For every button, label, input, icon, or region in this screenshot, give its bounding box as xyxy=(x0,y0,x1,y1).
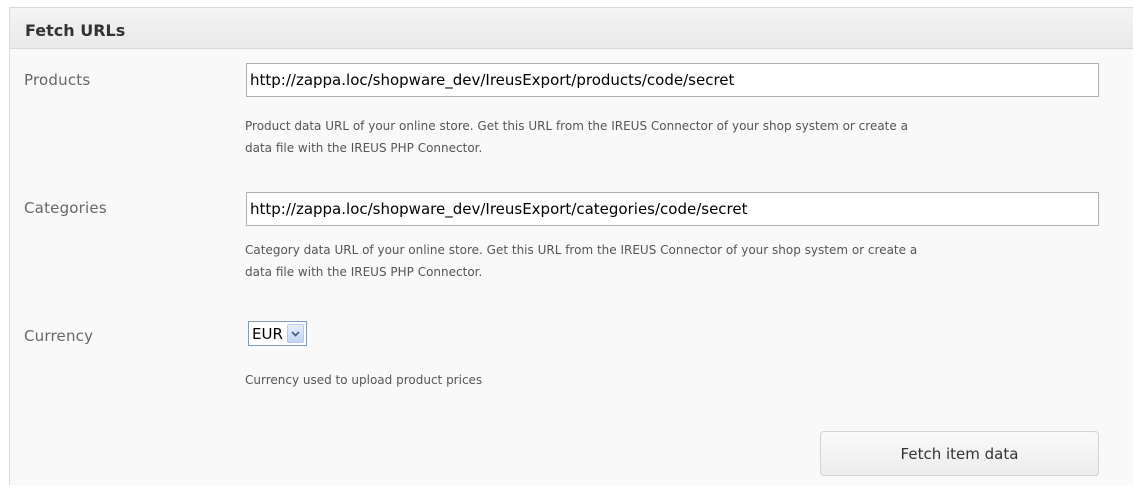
panel-title: Fetch URLs xyxy=(25,21,126,40)
products-help-text: Product data URL of your online store. G… xyxy=(245,115,1105,159)
products-label: Products xyxy=(24,71,91,89)
categories-help-text: Category data URL of your online store. … xyxy=(245,239,1105,283)
panel-header: Fetch URLs xyxy=(10,8,1133,49)
currency-label: Currency xyxy=(24,327,94,345)
currency-help-text: Currency used to upload product prices xyxy=(245,373,483,387)
currency-selected-value: EUR xyxy=(252,324,283,343)
categories-help-line-1: Category data URL of your online store. … xyxy=(245,243,918,257)
products-help-line-2: data file with the IREUS PHP Connector. xyxy=(245,141,483,155)
categories-help-line-2: data file with the IREUS PHP Connector. xyxy=(245,265,483,279)
chevron-down-icon[interactable] xyxy=(286,324,304,343)
fetch-urls-panel: Fetch URLs Products Product data URL of … xyxy=(9,7,1133,485)
categories-label: Categories xyxy=(24,199,107,217)
products-url-input[interactable] xyxy=(246,63,1099,97)
fetch-item-data-button[interactable]: Fetch item data xyxy=(820,431,1099,476)
currency-select[interactable]: EUR xyxy=(248,321,307,346)
categories-url-input[interactable] xyxy=(246,192,1099,226)
products-help-line-1: Product data URL of your online store. G… xyxy=(245,119,908,133)
